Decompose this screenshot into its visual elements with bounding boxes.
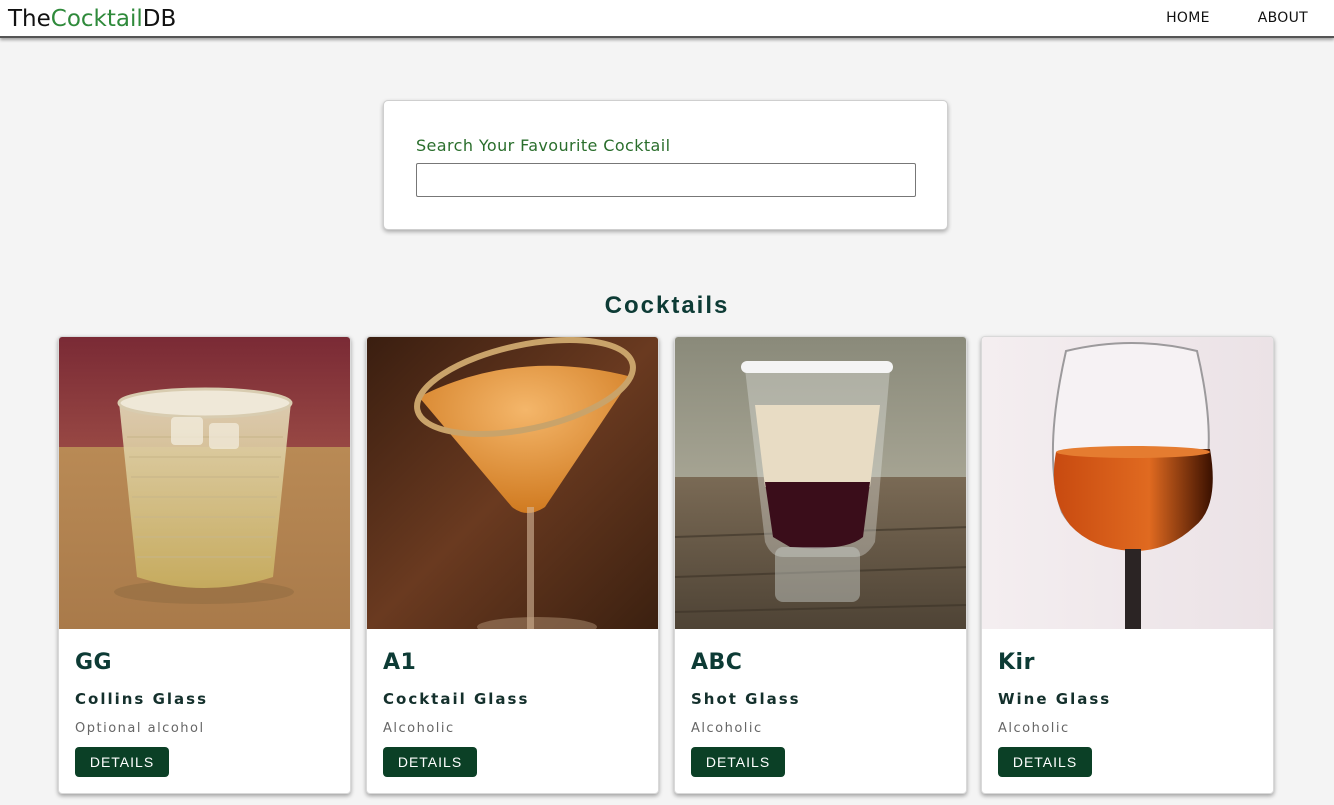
logo-suffix: DB	[142, 6, 177, 32]
cocktail-alcoholic: Alcoholic	[691, 721, 763, 736]
section-title: Cocktails	[604, 292, 730, 319]
cocktail-image-kir	[982, 337, 1273, 629]
search-form: Search Your Favourite Cocktail	[383, 100, 948, 230]
cocktail-alcoholic: Alcoholic	[998, 721, 1070, 736]
cocktail-card: ABC Shot Glass Alcoholic DETAILS	[674, 336, 967, 794]
logo-prefix: The	[8, 6, 51, 32]
details-button[interactable]: DETAILS	[75, 747, 169, 777]
cocktail-image-gg	[59, 337, 350, 629]
cocktail-alcoholic: Optional alcohol	[75, 721, 205, 736]
search-input[interactable]	[416, 163, 916, 197]
details-button[interactable]: DETAILS	[998, 747, 1092, 777]
cocktail-glass: Shot Glass	[691, 690, 801, 708]
cocktail-name: A1	[383, 650, 417, 675]
cocktail-glass: Cocktail Glass	[383, 690, 530, 708]
cocktail-image-abc	[675, 337, 966, 629]
cocktail-card: GG Collins Glass Optional alcohol DETAIL…	[58, 336, 351, 794]
site-logo[interactable]: TheCocktailDB	[8, 5, 176, 33]
details-button[interactable]: DETAILS	[691, 747, 785, 777]
cocktail-card: A1 Cocktail Glass Alcoholic DETAILS	[366, 336, 659, 794]
cocktail-image-a1	[367, 337, 658, 629]
details-button[interactable]: DETAILS	[383, 747, 477, 777]
cocktail-glass: Wine Glass	[998, 690, 1112, 708]
nav-links: HOME ABOUT	[1166, 10, 1308, 26]
cocktail-name: Kir	[998, 650, 1035, 675]
cocktail-name: GG	[75, 650, 113, 675]
nav-home-link[interactable]: HOME	[1166, 10, 1210, 26]
cocktail-name: ABC	[691, 650, 743, 675]
logo-highlight: Cocktail	[50, 6, 143, 32]
cocktail-card: Kir Wine Glass Alcoholic DETAILS	[981, 336, 1274, 794]
cocktail-alcoholic: Alcoholic	[383, 721, 455, 736]
navbar: TheCocktailDB HOME ABOUT	[0, 0, 1334, 38]
nav-about-link[interactable]: ABOUT	[1258, 10, 1308, 26]
cocktail-glass: Collins Glass	[75, 690, 208, 708]
search-label: Search Your Favourite Cocktail	[416, 136, 671, 155]
